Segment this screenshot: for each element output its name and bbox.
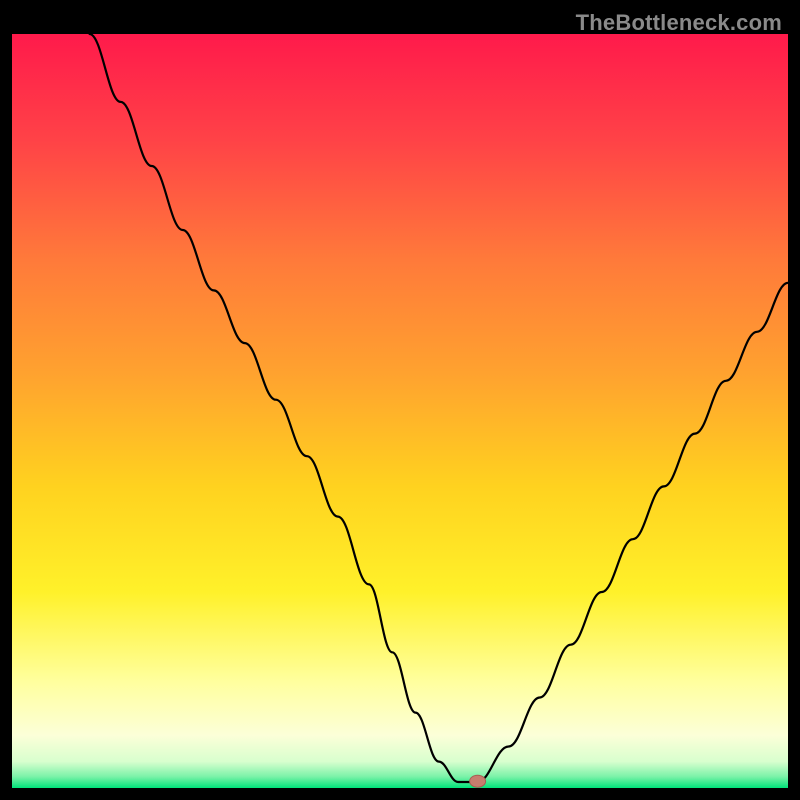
bottleneck-chart: [12, 34, 788, 788]
plot-area: [12, 34, 788, 788]
gradient-background: [12, 34, 788, 788]
optimum-marker: [470, 775, 486, 787]
watermark-text: TheBottleneck.com: [576, 10, 782, 36]
chart-frame: TheBottleneck.com: [12, 12, 788, 788]
